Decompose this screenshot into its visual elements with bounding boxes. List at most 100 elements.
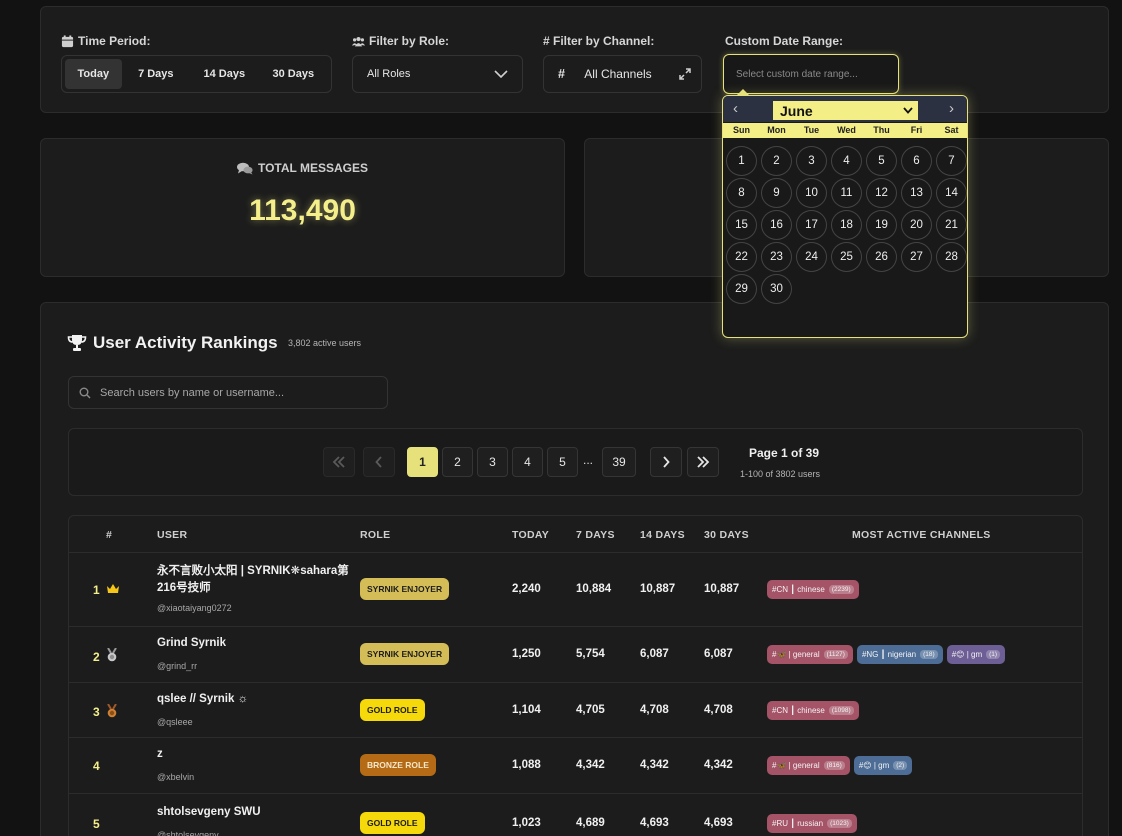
table-row[interactable]: 4 z @xbelvin BRONZE ROLE 1,088 4,342 4,342 4,34… bbox=[69, 737, 1082, 793]
channel-chip[interactable]: #😊 | gm (2) bbox=[853, 756, 913, 775]
role-badge: GOLD ROLE bbox=[360, 812, 425, 834]
month-select[interactable]: June bbox=[773, 101, 918, 120]
channel-chip[interactable]: #NG ┃ nigerian (18) bbox=[856, 645, 943, 664]
calendar-day[interactable]: 8 bbox=[726, 178, 757, 208]
period-7-days-button[interactable]: 7 Days bbox=[122, 59, 190, 89]
user-handle: @xbelvin bbox=[157, 772, 195, 782]
calendar-day[interactable]: 14 bbox=[936, 178, 967, 208]
calendar-day[interactable]: 23 bbox=[761, 242, 792, 272]
page-3-button[interactable]: 3 bbox=[477, 447, 508, 477]
30-days-count: 10,887 bbox=[704, 583, 740, 595]
next-month-icon[interactable]: › bbox=[949, 100, 954, 117]
calendar-day[interactable]: 24 bbox=[796, 242, 827, 272]
role-select-value: All Roles bbox=[367, 68, 411, 80]
channel-chip[interactable]: #🦋 | general (816) bbox=[767, 756, 850, 775]
calendar-day[interactable]: 4 bbox=[831, 146, 862, 176]
calendar-day[interactable]: 18 bbox=[831, 210, 862, 240]
table-row[interactable]: 3 qslee // Syrnik ☼ @qsleee GOLD ROLE 1,104 4… bbox=[69, 682, 1082, 737]
calendar-day[interactable]: 12 bbox=[866, 178, 897, 208]
table-row[interactable]: 5 shtolsevgeny SWU @shtolsevgeny GOLD ROLE 1… bbox=[69, 793, 1082, 836]
time-period-selector: Today 7 Days 14 Days 30 Days bbox=[61, 55, 332, 93]
period-14-days-button[interactable]: 14 Days bbox=[190, 59, 258, 89]
user-search-input[interactable]: Search users by name or username... bbox=[68, 376, 388, 409]
user-name[interactable]: z bbox=[157, 746, 352, 763]
next-page-button[interactable] bbox=[650, 447, 682, 477]
14-days-count: 4,708 bbox=[640, 703, 669, 716]
channels-cell: #🦋 | general (816) #😊 | gm (2) bbox=[767, 756, 913, 775]
page-4-button[interactable]: 4 bbox=[512, 447, 543, 477]
col-7-days[interactable]: 7 DAYS bbox=[576, 529, 615, 541]
channel-chip[interactable]: #😊 | gm (1) bbox=[946, 645, 1006, 664]
calendar-day[interactable]: 29 bbox=[726, 274, 757, 304]
page-1-button[interactable]: 1 bbox=[407, 447, 438, 477]
calendar-day[interactable]: 5 bbox=[866, 146, 897, 176]
period-30-days-button[interactable]: 30 Days bbox=[259, 59, 328, 89]
role-badge: GOLD ROLE bbox=[360, 698, 425, 721]
30-days-count: 4,708 bbox=[704, 703, 733, 716]
calendar-day[interactable]: 25 bbox=[831, 242, 862, 272]
double-chevron-right-icon bbox=[697, 456, 710, 468]
calendar-day[interactable]: 7 bbox=[936, 146, 967, 176]
calendar-day[interactable]: 16 bbox=[761, 210, 792, 240]
period-today-button[interactable]: Today bbox=[65, 59, 122, 89]
channel-chip[interactable]: #RU ┃ russian (1023) bbox=[767, 814, 857, 833]
table-row[interactable]: 2 Grind Syrnik @grind_rr SYRNIK ENJOYER 1,25… bbox=[69, 626, 1082, 682]
calendar-day[interactable]: 3 bbox=[796, 146, 827, 176]
calendar-day[interactable]: 28 bbox=[936, 242, 967, 272]
silver-medal-icon bbox=[106, 647, 118, 665]
pagination-ellipsis: ... bbox=[583, 453, 594, 467]
user-name[interactable]: 永不言败小太阳 | SYRNIK❋sahara第216号技师 bbox=[157, 563, 352, 597]
today-count: 1,250 bbox=[512, 648, 541, 660]
calendar-day[interactable]: 22 bbox=[726, 242, 757, 272]
role-select[interactable]: All Roles bbox=[352, 55, 523, 93]
calendar-day[interactable]: 10 bbox=[796, 178, 827, 208]
role-filter-label: Filter by Role: bbox=[352, 34, 449, 48]
channel-chip[interactable]: #CN ┃ chinese (2239) bbox=[767, 580, 859, 599]
calendar-day[interactable]: 21 bbox=[936, 210, 967, 240]
calendar-day[interactable]: 26 bbox=[866, 242, 897, 272]
last-page-button[interactable] bbox=[687, 447, 719, 477]
channel-chip[interactable]: #CN ┃ chinese (1098) bbox=[767, 700, 859, 720]
expand-icon[interactable] bbox=[679, 68, 691, 80]
prev-month-icon[interactable]: ‹ bbox=[733, 100, 738, 117]
page-5-button[interactable]: 5 bbox=[547, 447, 578, 477]
page-2-button[interactable]: 2 bbox=[442, 447, 473, 477]
user-handle: @qsleee bbox=[157, 716, 193, 727]
calendar-day[interactable]: 17 bbox=[796, 210, 827, 240]
date-picker-calendar: ‹ June › Sun Mon Tue Wed Thu Fri Sat 123456789… bbox=[722, 95, 968, 338]
calendar-day[interactable]: 11 bbox=[831, 178, 862, 208]
7-days-count: 4,689 bbox=[576, 817, 605, 829]
calendar-day[interactable]: 13 bbox=[901, 178, 932, 208]
calendar-day[interactable]: 1 bbox=[726, 146, 757, 176]
user-handle: @xiaotaiyang0272 bbox=[157, 603, 232, 613]
user-name[interactable]: Grind Syrnik bbox=[157, 635, 352, 652]
col-14-days[interactable]: 14 DAYS bbox=[640, 529, 685, 541]
page-39-button[interactable]: 39 bbox=[602, 447, 636, 477]
rank-cell: 5 bbox=[93, 817, 100, 831]
weekday-label: Tue bbox=[803, 125, 820, 135]
date-range-input[interactable]: Select custom date range... bbox=[723, 54, 899, 94]
14-days-count: 10,887 bbox=[640, 583, 676, 595]
channel-chip[interactable]: #🦋 | general (1127) bbox=[767, 645, 853, 664]
user-name[interactable]: qslee // Syrnik ☼ bbox=[157, 691, 352, 708]
search-placeholder: Search users by name or username... bbox=[100, 386, 285, 399]
calendar-day[interactable]: 27 bbox=[901, 242, 932, 272]
prev-page-button[interactable] bbox=[363, 447, 395, 477]
chevron-left-icon bbox=[375, 456, 382, 468]
calendar-day[interactable]: 6 bbox=[901, 146, 932, 176]
first-page-button[interactable] bbox=[323, 447, 355, 477]
table-row[interactable]: 1 永不言败小太阳 | SYRNIK❋sahara第216号技师 @xiaotaiy… bbox=[69, 552, 1082, 626]
user-handle: @shtolsevgeny bbox=[157, 830, 219, 836]
user-name[interactable]: shtolsevgeny SWU bbox=[157, 804, 352, 821]
channel-select[interactable]: # All Channels bbox=[543, 55, 702, 93]
col-rank: # bbox=[106, 529, 113, 541]
trophy-icon bbox=[67, 335, 87, 351]
calendar-day[interactable]: 30 bbox=[761, 274, 792, 304]
col-30-days[interactable]: 30 DAYS bbox=[704, 529, 749, 541]
calendar-day[interactable]: 19 bbox=[866, 210, 897, 240]
calendar-day[interactable]: 15 bbox=[726, 210, 757, 240]
calendar-day[interactable]: 2 bbox=[761, 146, 792, 176]
calendar-day[interactable]: 20 bbox=[901, 210, 932, 240]
col-today[interactable]: TODAY bbox=[512, 529, 549, 541]
calendar-day[interactable]: 9 bbox=[761, 178, 792, 208]
